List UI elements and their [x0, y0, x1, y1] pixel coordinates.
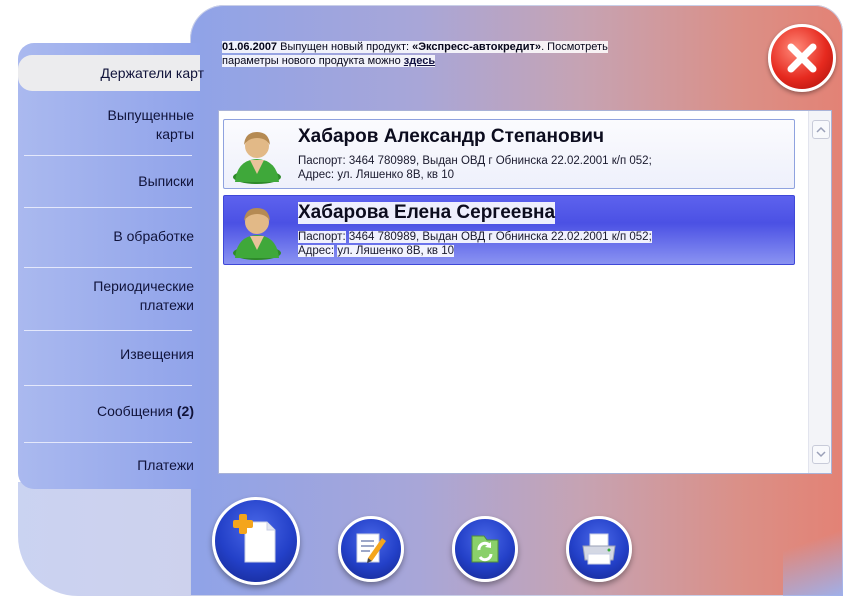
scroll-down-button[interactable]: [812, 445, 830, 464]
card-holders-list[interactable]: Хабаров Александр Степанович Паспорт: 34…: [218, 110, 832, 474]
news-text-line2: параметры нового продукта можно: [222, 55, 401, 67]
sidebar-item-messages[interactable]: Сообщения (2): [18, 402, 194, 421]
news-date: 01.06.2007: [222, 41, 278, 53]
passport-label: Паспорт:: [298, 155, 346, 167]
add-button[interactable]: [212, 497, 300, 585]
address-label: Адрес:: [298, 169, 335, 181]
sidebar-item-issued-cards[interactable]: Выпущенные карты: [18, 106, 194, 144]
sidebar-item-label: Сообщения: [97, 403, 173, 419]
person-avatar-icon: [233, 132, 281, 184]
sidebar-item-in-processing[interactable]: В обработке: [18, 227, 194, 246]
edit-button[interactable]: [338, 516, 404, 582]
sidebar-item-label: Периодические платежи: [93, 278, 194, 313]
edit-icon: [356, 533, 386, 563]
sidebar-item-label: Выпущенные карты: [107, 107, 194, 142]
passport-value: 3464 780989, Выдан ОВД г Обнинска 22.02.…: [348, 155, 652, 167]
sidebar-item-label: Извещения: [120, 346, 194, 362]
address-label: Адрес:: [298, 245, 335, 257]
refresh-icon: [471, 535, 499, 563]
news-text-continued: . Посмотреть: [541, 41, 608, 53]
news-banner: 01.06.2007 Выпущен новый продукт: «Экспр…: [222, 40, 742, 68]
sidebar-item-periodic-payments[interactable]: Периодические платежи: [18, 277, 194, 315]
person-avatar-icon: [233, 208, 281, 260]
close-icon: [787, 43, 817, 73]
sidebar-divider: [24, 442, 192, 443]
sidebar-item-label: В обработке: [113, 228, 194, 244]
sidebar-item-label: Платежи: [137, 457, 194, 473]
passport-label: Паспорт:: [298, 231, 346, 243]
sidebar-divider: [24, 385, 192, 386]
news-text: Выпущен новый продукт:: [280, 41, 410, 53]
sidebar-item-card-holders[interactable]: Держатели карт: [18, 55, 204, 91]
address-value: ул. Ляшенко 8В, кв 10: [337, 169, 455, 181]
passport-value: 3464 780989, Выдан ОВД г Обнинска 22.02.…: [348, 231, 652, 243]
news-product: «Экспресс-автокредит»: [412, 41, 542, 53]
sidebar-divider: [24, 267, 192, 268]
print-button[interactable]: [566, 516, 632, 582]
chevron-down-icon: [816, 451, 826, 458]
sidebar-divider: [24, 330, 192, 331]
holder-details: Паспорт: 3464 780989, Выдан ОВД г Обнинс…: [298, 154, 652, 182]
print-icon: [582, 533, 616, 565]
sidebar-item-notices[interactable]: Извещения: [18, 345, 194, 364]
sidebar-item-label: Выписки: [138, 173, 194, 189]
holder-details: Паспорт: 3464 780989, Выдан ОВД г Обнинс…: [298, 230, 652, 258]
sidebar: Держатели карт Выпущенные карты Выписки …: [18, 43, 204, 489]
sidebar-item-statements[interactable]: Выписки: [18, 172, 194, 191]
scroll-up-button[interactable]: [812, 120, 830, 139]
sidebar-divider: [24, 207, 192, 208]
sidebar-item-payments[interactable]: Платежи: [18, 456, 194, 475]
list-scrollbar[interactable]: [808, 111, 831, 473]
sidebar-item-label: Держатели карт: [100, 65, 204, 81]
address-value: ул. Ляшенко 8В, кв 10: [337, 245, 455, 257]
close-button[interactable]: [768, 24, 836, 92]
chevron-up-icon: [816, 126, 826, 133]
holder-name: Хабарова Елена Сергеевна: [298, 202, 556, 224]
messages-count-badge: (2): [176, 403, 194, 419]
refresh-button[interactable]: [452, 516, 518, 582]
holder-name: Хабаров Александр Степанович: [298, 126, 604, 147]
add-document-icon: [233, 514, 276, 563]
sidebar-divider: [24, 155, 192, 156]
holder-card-selected[interactable]: Хабарова Елена Сергеевна Паспорт: 3464 7…: [223, 195, 795, 265]
holder-card[interactable]: Хабаров Александр Степанович Паспорт: 34…: [223, 119, 795, 189]
news-link[interactable]: здесь: [404, 55, 435, 67]
